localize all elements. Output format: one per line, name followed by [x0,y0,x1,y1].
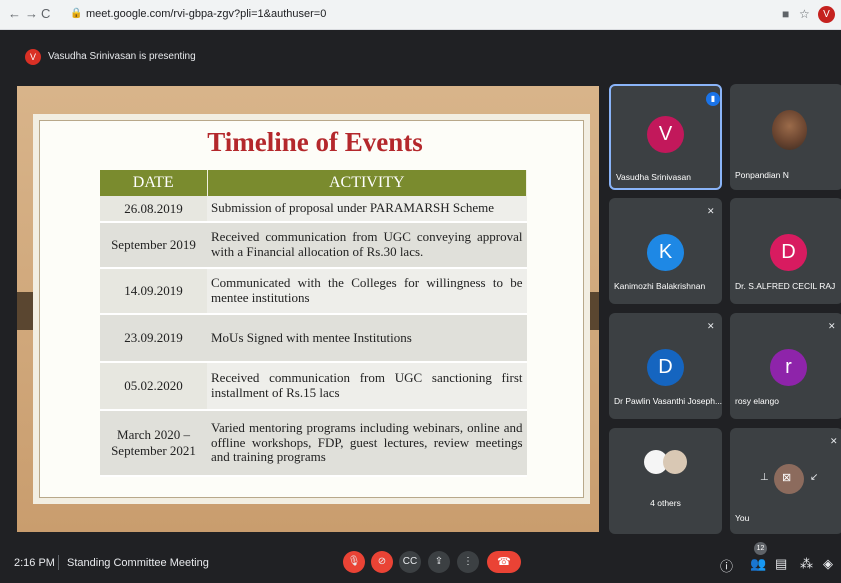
row-activity: Received communication from UGC conveyin… [207,222,527,269]
participant-tile-others[interactable]: 4 others [609,428,722,534]
participant-name: Vasudha Srinivasan [616,172,691,182]
lock-icon[interactable]: 🔒 [70,8,82,20]
row-date: September 2019 [100,222,207,269]
row-activity: Communicated with the Colleges for willi… [207,268,527,315]
host-controls-icon[interactable]: ◈ [823,556,833,572]
row-activity: MoUs Signed with mentee Institutions [207,314,527,363]
avatar: V [647,116,684,153]
others-avatar-2 [663,450,687,474]
mic-toggle-button[interactable]: 🎙 [343,551,365,573]
timeline-table: DATE ACTIVITY 26.08.2019 Submission of p… [100,170,527,477]
slide-title: Timeline of Events [207,127,423,157]
divider [58,555,59,570]
presenting-label: Vasudha Srinivasan is presenting [48,51,196,62]
table-row: September 2019 Received communication fr… [100,222,527,269]
table-row: 26.08.2019 Submission of proposal under … [100,196,527,223]
participant-tile-pawlin[interactable]: ✕ D Dr Pawlin Vasanthi Joseph... [609,313,722,419]
table-row: 23.09.2019 MoUs Signed with mentee Insti… [100,314,527,363]
table-row: March 2020 – September 2021 Varied mento… [100,410,527,477]
participant-name: Dr. S.ALFRED CECIL RAJ [735,281,836,291]
minimize-icon[interactable]: ↙ [810,472,818,483]
participant-tile-self[interactable]: ✕ ⊥ ⊠ ↙ You [730,428,841,534]
row-date: March 2020 – September 2021 [100,410,207,477]
mic-off-icon: ✕ [830,436,838,446]
activities-icon[interactable]: ⁂ [800,556,813,572]
table-header-date: DATE [100,170,208,196]
participant-name: Ponpandian N [735,170,789,180]
row-date: 14.09.2019 [100,268,207,315]
speaking-indicator-icon: ▮ [706,92,720,106]
camera-indicator-icon[interactable]: ■ [782,7,789,21]
meeting-title: Standing Committee Meeting [67,557,209,569]
avatar: D [770,234,807,271]
reload-icon[interactable]: C [41,7,50,21]
meeting-time: 2:16 PM [14,557,55,569]
row-activity: Varied mentoring programs including webi… [207,410,527,477]
meeting-details-icon[interactable]: ⓘ [720,556,733,575]
camera-off-icon[interactable]: ⊠ [782,471,791,484]
bookmark-star-icon[interactable]: ☆ [799,7,810,21]
participant-tile-ponpandian[interactable]: Ponpandian N [730,84,841,190]
presenter-avatar: V [25,49,41,65]
people-icon[interactable]: 👥 [750,556,766,572]
participant-tile-rosy[interactable]: ✕ r rosy elango [730,313,841,419]
participant-count-badge: 12 [754,542,767,555]
url-text[interactable]: meet.google.com/rvi-gbpa-zgv?pli=1&authu… [86,8,326,20]
mic-off-icon: ✕ [707,206,715,216]
chat-icon[interactable]: ▤ [775,556,787,572]
table-row: 05.02.2020 Received communication from U… [100,362,527,411]
participant-tile-vasudha[interactable]: ▮ V Vasudha Srinivasan [609,84,722,190]
profile-avatar[interactable]: V [818,6,835,23]
more-options-button[interactable]: ⋮ [457,551,479,573]
leave-call-button[interactable]: ☎ [487,551,521,573]
table-row: 14.09.2019 Communicated with the College… [100,268,527,315]
participant-name: Kanimozhi Balakrishnan [614,281,706,291]
table-header-activity: ACTIVITY [207,170,527,196]
participant-name: rosy elango [735,396,779,406]
present-button[interactable]: ⇪ [428,551,450,573]
participant-name: 4 others [650,498,681,508]
camera-toggle-button[interactable]: ⊘ [371,551,393,573]
mic-off-icon: ✕ [707,321,715,331]
avatar: r [770,349,807,386]
participant-name: You [735,513,750,523]
participant-name: Dr Pawlin Vasanthi Joseph... [614,396,722,406]
row-date: 26.08.2019 [100,196,207,223]
row-date: 05.02.2020 [100,362,207,411]
participant-tile-alfred[interactable]: D Dr. S.ALFRED CECIL RAJ [730,198,841,304]
pin-icon[interactable]: ⊥ [760,472,769,483]
mic-off-icon: ✕ [828,321,836,331]
participant-photo [772,110,807,150]
participant-tile-kanimozhi[interactable]: ✕ K Kanimozhi Balakrishnan [609,198,722,304]
row-activity: Received communication from UGC sanction… [207,362,527,411]
avatar: K [647,234,684,271]
back-icon[interactable]: ← [8,7,21,21]
row-activity: Submission of proposal under PARAMARSH S… [207,196,527,223]
forward-icon[interactable]: → [25,7,38,21]
captions-button[interactable]: CC [399,551,421,573]
avatar: D [647,349,684,386]
browser-toolbar: ← → C 🔒 meet.google.com/rvi-gbpa-zgv?pli… [0,0,841,30]
row-date: 23.09.2019 [100,314,207,363]
